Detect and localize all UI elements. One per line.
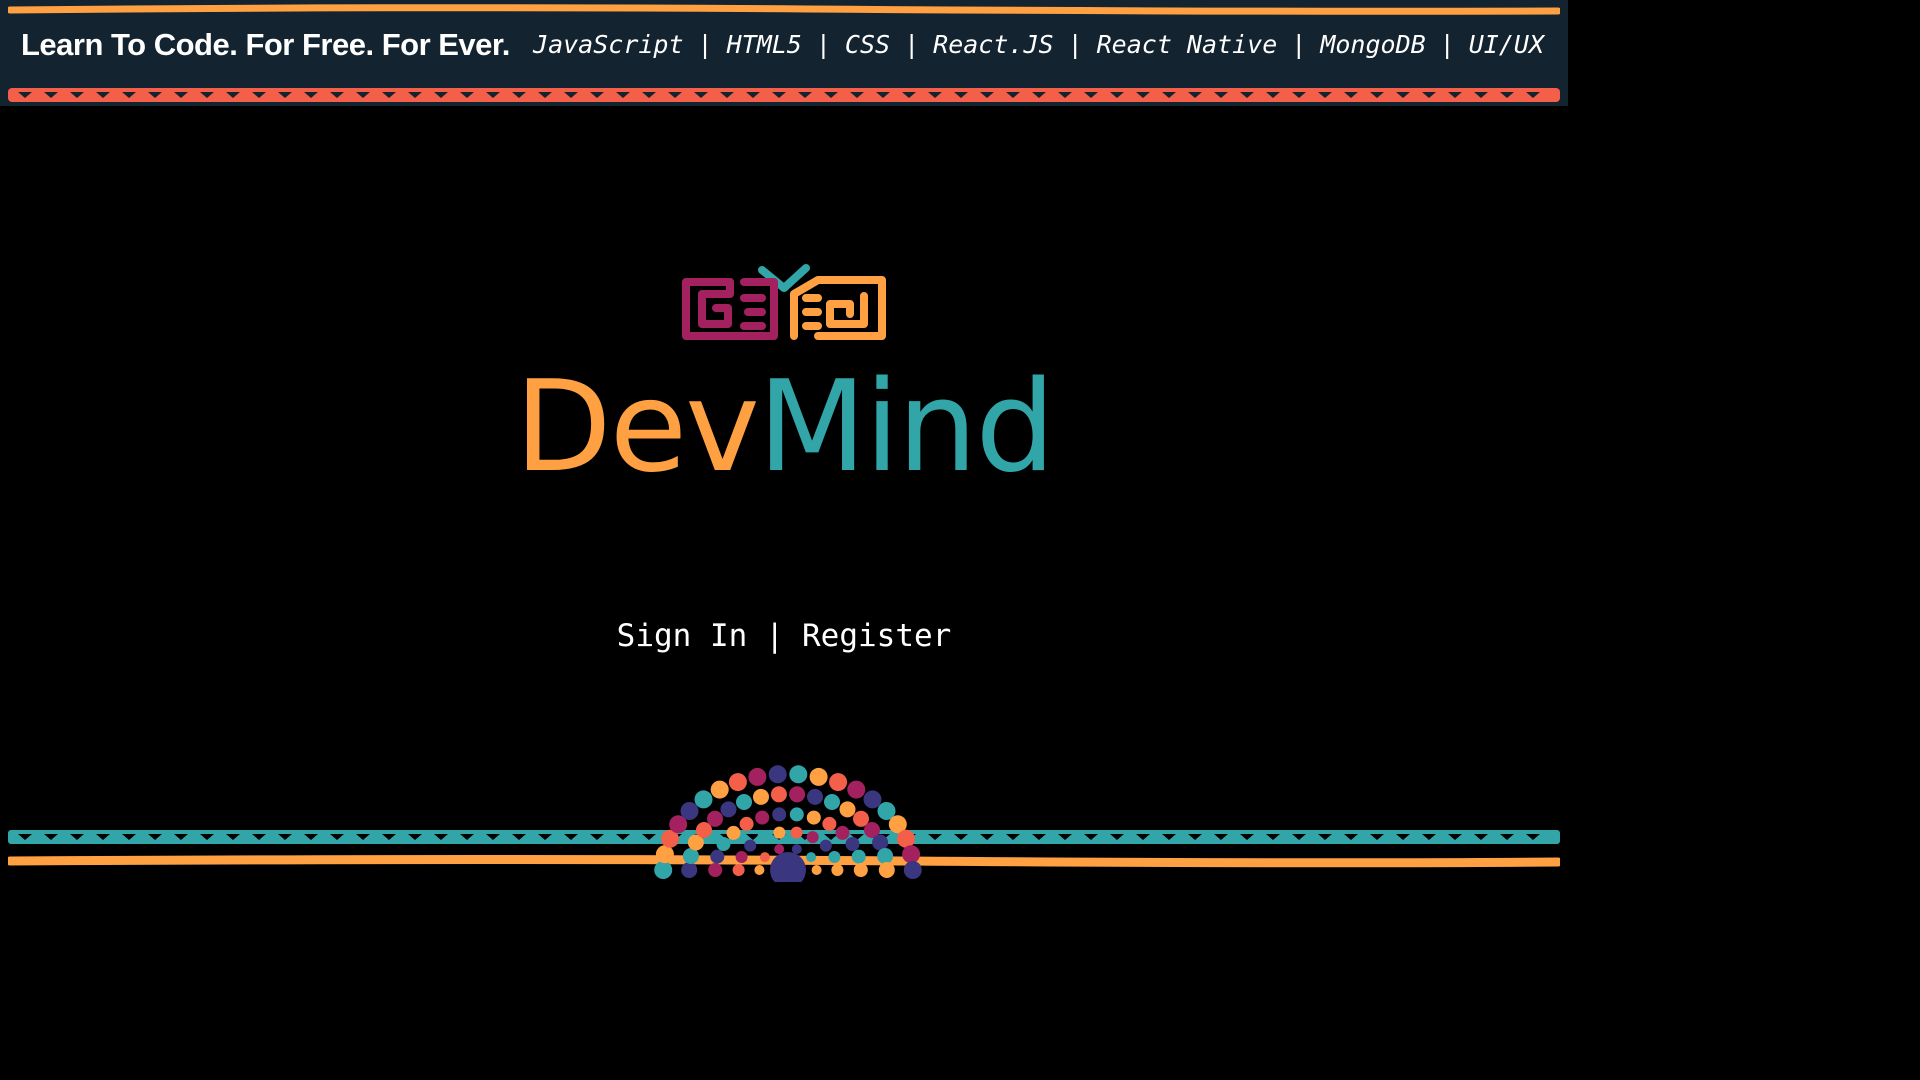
register-link[interactable]: Register (802, 618, 951, 654)
topic-nav: JavaScript | HTML5 | CSS | React.JS | Re… (533, 30, 1544, 59)
topic-separator: | (1439, 30, 1455, 59)
topic-separator: | (1067, 30, 1083, 59)
sign-in-link[interactable]: Sign In (617, 618, 748, 654)
topic-link-html5[interactable]: HTML5 (727, 30, 802, 59)
topic-link-uiux[interactable]: UI/UX (1469, 30, 1544, 59)
devmind-logo-icon (682, 264, 886, 340)
auth-separator: | (765, 618, 784, 654)
page: Learn To Code. For Free. For Ever. JavaS… (0, 0, 1568, 882)
topic-link-javascript[interactable]: JavaScript (533, 30, 684, 59)
header-top-border (8, 4, 1560, 15)
header-bar: Learn To Code. For Free. For Ever. JavaS… (0, 0, 1568, 106)
auth-links: Sign In | Register (0, 618, 1568, 654)
topic-separator: | (815, 30, 831, 59)
topic-link-css[interactable]: CSS (845, 30, 890, 59)
topic-separator: | (697, 30, 713, 59)
topic-separator: | (1291, 30, 1307, 59)
topic-link-reactjs[interactable]: React.JS (933, 30, 1053, 59)
decorative-dot-burst (654, 765, 922, 882)
brand-wordmark: DevMind (0, 362, 1568, 492)
topic-link-react-native[interactable]: React Native (1097, 30, 1278, 59)
header-bottom-border (8, 88, 1560, 102)
topic-link-mongodb[interactable]: MongoDB (1320, 30, 1425, 59)
brand-mind: Mind (757, 353, 1056, 500)
tagline: Learn To Code. For Free. For Ever. (21, 27, 510, 62)
topic-separator: | (904, 30, 920, 59)
brand-dev: Dev (514, 353, 760, 500)
